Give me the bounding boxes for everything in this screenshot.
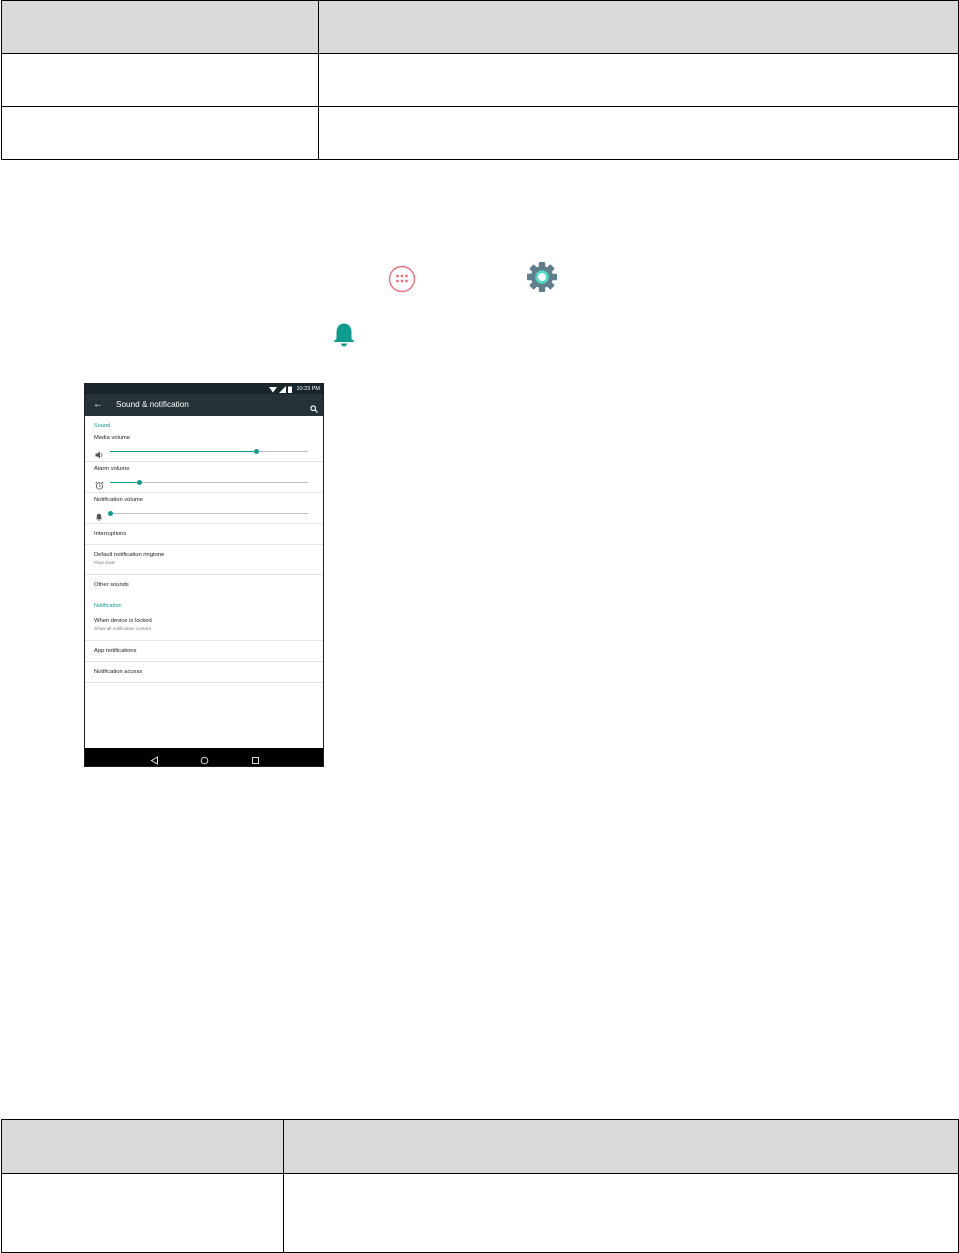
divider (85, 544, 323, 545)
table-header-cell (318, 0, 959, 54)
table-cell (1, 1173, 284, 1253)
slider-thumb[interactable] (107, 511, 113, 516)
top-table (1, 0, 959, 160)
divider (85, 682, 323, 683)
table-cell (318, 106, 959, 160)
app-bar-title: Sound & notification (116, 400, 189, 409)
section-header-sound: Sound (94, 423, 111, 429)
search-icon[interactable] (310, 400, 318, 418)
divider (85, 640, 323, 641)
table-row (1, 106, 959, 160)
alarm-volume-slider[interactable] (110, 480, 308, 485)
divider (85, 523, 323, 524)
device-locked-item[interactable]: When device is locked (94, 618, 152, 625)
notification-access-item[interactable]: Notification access (94, 669, 142, 676)
app-notifications-item[interactable]: App notifications (94, 648, 137, 655)
ringtone-value: Pixie Dust (94, 560, 115, 565)
phone-screenshot: 10:23 PM ← Sound & notification Sound Me… (84, 383, 324, 767)
divider (85, 461, 323, 462)
table-header-cell (1, 0, 319, 54)
notification-volume-slider[interactable] (107, 511, 308, 516)
bottom-table (1, 1119, 959, 1253)
table-header-cell (283, 1119, 959, 1174)
other-sounds-item[interactable]: Other sounds (94, 582, 129, 589)
alarm-volume-label: Alarm volume (94, 466, 130, 472)
media-volume-slider[interactable] (110, 449, 308, 454)
table-cell (283, 1173, 959, 1253)
table-row (1, 1173, 959, 1253)
section-header-notification: Notification (94, 603, 122, 609)
notification-volume-label: Notification volume (94, 497, 143, 503)
settings-icon (526, 261, 558, 298)
app-bar: ← Sound & notification (85, 394, 323, 416)
divider (85, 492, 323, 493)
navigation-bar (85, 748, 323, 766)
divider (85, 661, 323, 662)
device-locked-value: Show all notification content (94, 626, 151, 631)
table-cell (318, 53, 959, 107)
interruptions-item[interactable]: Interruptions (94, 531, 126, 538)
recents-nav-icon[interactable] (251, 752, 260, 766)
apps-icon (388, 265, 416, 298)
slider-thumb[interactable] (254, 449, 260, 454)
top-table-header-row (1, 0, 959, 54)
table-cell (1, 106, 319, 160)
status-bar: 10:23 PM (85, 384, 323, 394)
back-arrow-icon[interactable]: ← (93, 398, 103, 412)
table-header-cell (1, 1119, 284, 1174)
bottom-table-header-row (1, 1119, 959, 1174)
home-nav-icon[interactable] (200, 752, 209, 766)
bell-icon (331, 321, 357, 354)
divider (85, 574, 323, 575)
slider-thumb[interactable] (137, 480, 143, 485)
back-nav-icon[interactable] (150, 752, 159, 766)
status-time: 10:23 PM (296, 386, 320, 392)
table-row (1, 53, 959, 107)
media-volume-label: Media volume (94, 435, 131, 441)
ringtone-item[interactable]: Default notification ringtone (94, 552, 164, 559)
table-cell (1, 53, 319, 107)
